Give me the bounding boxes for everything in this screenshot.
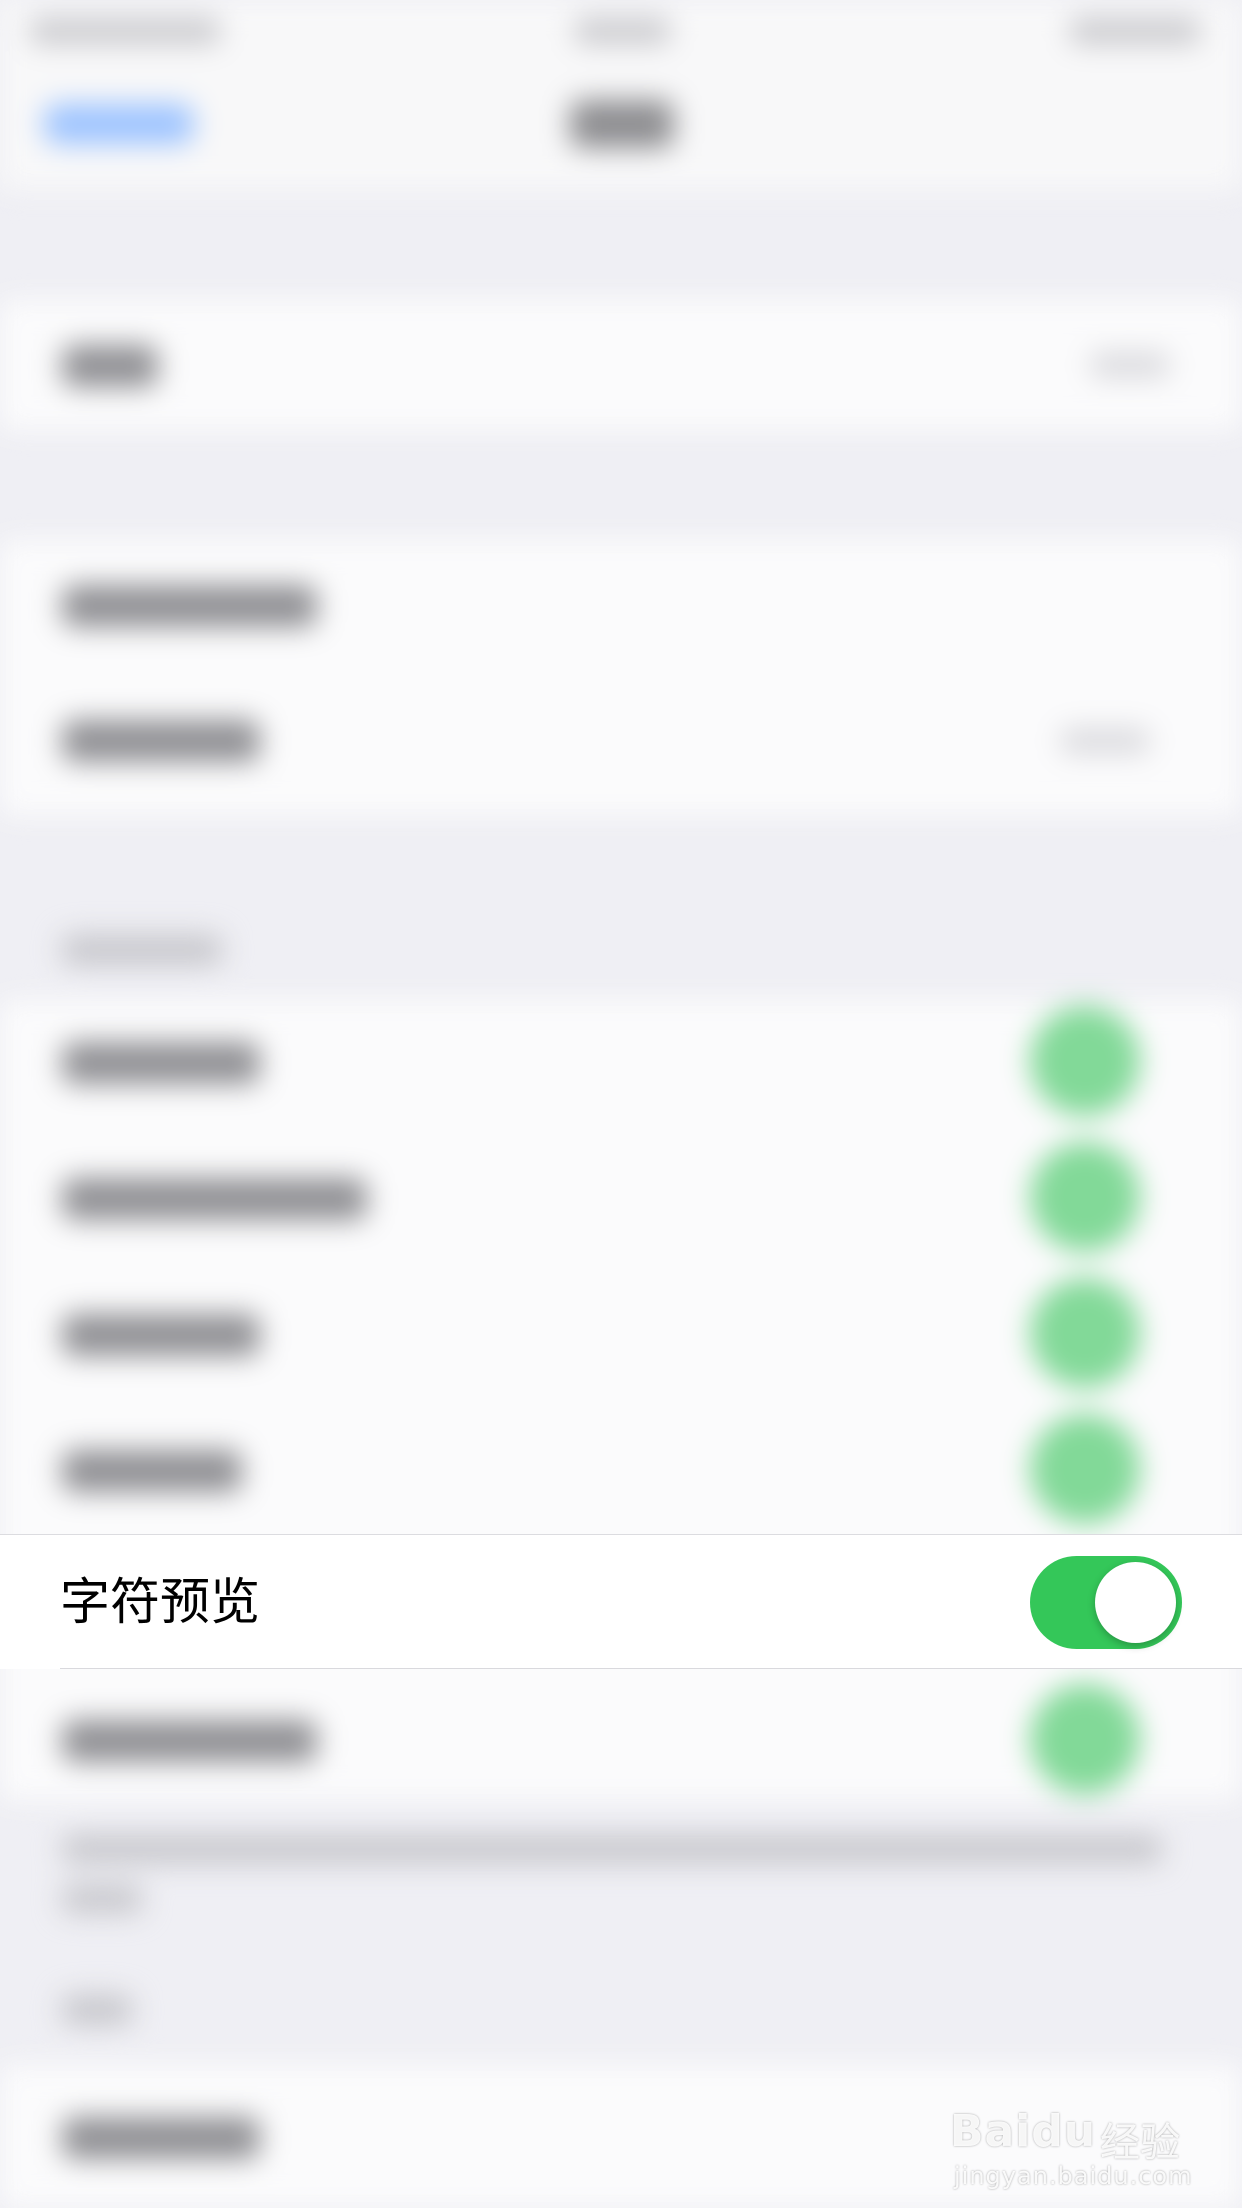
- toggle-knob: [1095, 1562, 1176, 1643]
- character-preview-toggle[interactable]: [1030, 1556, 1182, 1649]
- settings-group-replacement: [0, 540, 1242, 815]
- nav-title: [570, 100, 674, 148]
- watermark-url: jingyan.baidu.com: [954, 2162, 1193, 2190]
- section-header: [62, 1995, 132, 2025]
- footer-note: [62, 1885, 142, 1913]
- baidu-jingyan-watermark: Baidu 经验 jingyan.baidu.com: [950, 2070, 1193, 2190]
- footer-note: [62, 1835, 1162, 1863]
- keyboard-settings-screen: 字符预览 Baidu 经验 jingyan.baidu.com: [0, 0, 1242, 2208]
- settings-group-toggles: [0, 1000, 1242, 1800]
- watermark-logo: Baidu: [950, 2106, 1097, 2157]
- character-preview-row[interactable]: 字符预览: [0, 1534, 1242, 1669]
- section-header: [62, 935, 222, 965]
- character-preview-label: 字符预览: [60, 1573, 260, 1631]
- settings-group-keyboards: [0, 300, 1242, 430]
- watermark-brand: 经验: [1100, 2120, 1180, 2166]
- blurred-background: [0, 0, 1242, 2208]
- back-button[interactable]: [44, 104, 194, 144]
- status-bar: [0, 0, 1242, 60]
